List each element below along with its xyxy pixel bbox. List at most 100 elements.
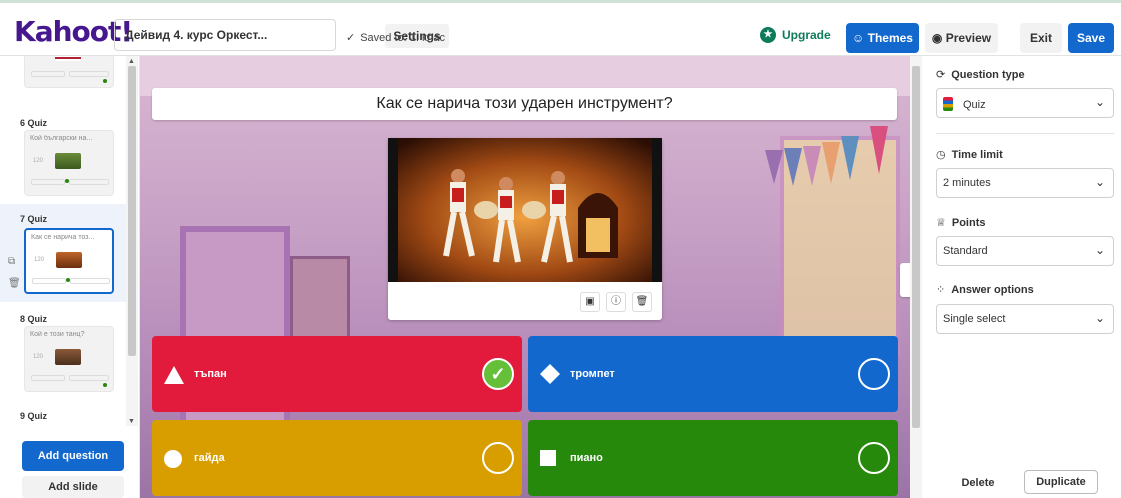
delete-button[interactable]: Delete xyxy=(948,472,1008,494)
background-board xyxy=(290,256,350,346)
status-dot xyxy=(66,278,70,282)
trash-icon[interactable]: 🗑 xyxy=(8,278,21,289)
diamond-icon xyxy=(540,364,560,384)
points-select[interactable]: Standard ⌄ xyxy=(936,236,1114,266)
chevron-down-icon: ⌄ xyxy=(1094,95,1105,109)
eye-icon: ◉ xyxy=(931,31,943,45)
slide-thumbnail[interactable]: 120 xyxy=(24,56,114,88)
slide-thumbnail[interactable]: Кой е този танц? 120 xyxy=(24,326,114,392)
question-image xyxy=(388,138,662,282)
trash-icon[interactable]: 🗑 xyxy=(632,292,652,312)
add-slide-button[interactable]: Add slide xyxy=(22,476,124,498)
points-heading: ♕ Points xyxy=(936,216,986,229)
info-icon[interactable]: ⓘ xyxy=(606,292,626,312)
sidebar-scroll-thumb[interactable] xyxy=(128,66,136,356)
palette-icon: ☺ xyxy=(852,31,865,45)
answer-option-3[interactable]: гайда xyxy=(152,420,522,496)
canvas-scroll-thumb[interactable] xyxy=(912,66,920,428)
star-icon: ★ xyxy=(760,27,776,43)
time-limit-value: 2 minutes xyxy=(943,177,991,189)
crop-icon[interactable]: ▣ xyxy=(580,292,600,312)
mark-correct-toggle[interactable] xyxy=(858,358,890,390)
answer-options-select[interactable]: Single select ⌄ xyxy=(936,304,1114,334)
chevron-down-icon: ⌄ xyxy=(1094,311,1105,325)
saved-status: ✓ Saved to: 1. клас xyxy=(346,31,445,44)
time-limit-label: Time limit xyxy=(951,149,1003,161)
bunting-flag xyxy=(803,146,821,186)
slide-sidebar: 120 6 Quiz Кой български на... 120 7 Qui… xyxy=(0,56,140,498)
time-limit-select[interactable]: 2 minutes ⌄ xyxy=(936,168,1114,198)
preview-label: Preview xyxy=(945,31,992,45)
slide-label: 9 Quiz xyxy=(20,411,48,421)
status-dot xyxy=(103,383,107,387)
save-button[interactable]: Save xyxy=(1068,23,1114,53)
bunting-flag xyxy=(841,136,859,180)
themes-label: Themes xyxy=(867,31,913,45)
slide-label: 7 Quiz xyxy=(20,214,48,224)
circle-icon xyxy=(164,450,182,468)
landscape-thumbnail xyxy=(55,153,81,169)
answer-options-label: Answer options xyxy=(951,284,1034,296)
slide-label: 6 Quiz xyxy=(20,118,48,128)
question-type-icon: ⟳ xyxy=(936,69,946,81)
bunting-flag xyxy=(870,126,888,174)
slide-time: 120 xyxy=(33,354,44,360)
media-area[interactable]: ▣ ⓘ 🗑 xyxy=(388,138,662,320)
saved-folder[interactable]: 1. клас xyxy=(410,32,445,44)
chevron-down-icon: ⌄ xyxy=(1094,175,1105,189)
quiz-icon xyxy=(943,97,953,111)
question-type-value: Quiz xyxy=(963,99,986,111)
answer-option-4[interactable]: пиано xyxy=(528,420,898,496)
mark-correct-toggle[interactable] xyxy=(858,442,890,474)
slide-time: 120 xyxy=(34,257,45,263)
scroll-down-icon[interactable]: ▼ xyxy=(128,418,135,425)
dance-thumbnail xyxy=(55,349,81,365)
slide-question: Как се нарича тоз... xyxy=(31,234,95,241)
saved-label: Saved to: xyxy=(360,32,407,44)
slide-thumbnail[interactable]: Кой български на... 120 xyxy=(24,130,114,196)
question-type-select[interactable]: Quiz ⌄ xyxy=(936,88,1114,118)
dancers-thumbnail xyxy=(56,252,82,268)
mark-correct-toggle[interactable] xyxy=(482,442,514,474)
chevron-down-icon: ⌄ xyxy=(1094,243,1105,257)
points-label: Points xyxy=(951,217,986,229)
bunting-flag xyxy=(784,148,802,186)
add-question-button[interactable]: Add question xyxy=(22,441,124,471)
kahoot-title-field[interactable]: Дейвид 4. курс Оркест... Settings xyxy=(114,19,449,51)
triangle-icon xyxy=(164,366,184,384)
upgrade-button[interactable]: ★ Upgrade xyxy=(760,27,831,43)
status-dot xyxy=(65,179,69,183)
answer-options-value: Single select xyxy=(943,313,1006,325)
status-dot xyxy=(103,79,107,83)
question-type-heading: ⟳ Question type xyxy=(936,68,1025,81)
duplicate-button[interactable]: Duplicate xyxy=(1024,470,1098,494)
duplicate-icon[interactable]: ⧉ xyxy=(8,256,15,267)
medal-icon: ♕ xyxy=(936,217,946,229)
slide-question: Кой е този танц? xyxy=(30,331,85,338)
answer-option-2[interactable]: тромпет xyxy=(528,336,898,412)
question-input[interactable]: Как се нарича този ударен инструмент? xyxy=(152,88,897,120)
slide-thumbnail-active[interactable]: Как се нарича тоз... 120 xyxy=(24,228,114,294)
answer-option-1[interactable]: тъпан ✓ xyxy=(152,336,522,412)
settings-panel: ⟳ Question type Quiz ⌄ ◷ Time limit 2 minu… xyxy=(922,56,1121,498)
answer-options-heading: ⁘ Answer options xyxy=(936,283,1034,296)
media-toolbar: ▣ ⓘ 🗑 xyxy=(388,282,662,320)
slide-label: 8 Quiz xyxy=(20,314,48,324)
upgrade-label: Upgrade xyxy=(782,28,831,42)
time-limit-heading: ◷ Time limit xyxy=(936,148,1003,161)
themes-button[interactable]: ☺ Themes xyxy=(846,23,919,53)
check-icon: ✓ xyxy=(346,32,356,44)
correct-check-icon[interactable]: ✓ xyxy=(482,358,514,390)
preview-button[interactable]: ◉ Preview xyxy=(925,23,998,53)
dancers-photo xyxy=(388,138,662,282)
exit-button[interactable]: Exit xyxy=(1020,23,1062,53)
slide-question: Кой български на... xyxy=(30,135,93,142)
bunting-flag xyxy=(765,150,783,184)
clock-icon: ◷ xyxy=(936,149,946,161)
scroll-up-icon[interactable]: ▲ xyxy=(128,58,135,65)
square-icon xyxy=(540,450,556,466)
slide-time: 120 xyxy=(33,158,44,164)
points-value: Standard xyxy=(943,245,988,257)
answer-text: гайда xyxy=(194,452,225,464)
answer-text: тромпет xyxy=(570,368,615,380)
